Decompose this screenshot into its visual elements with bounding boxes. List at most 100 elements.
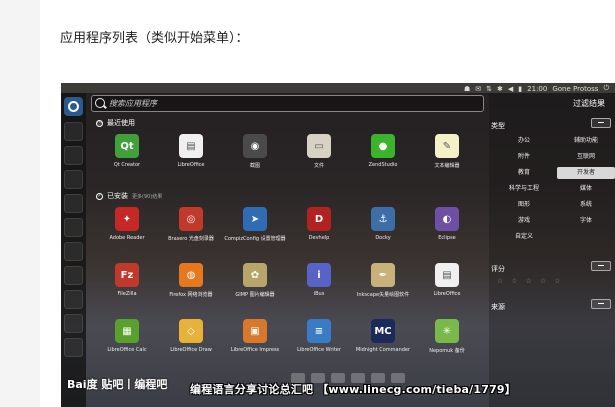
eclipse-icon: ◐ (435, 207, 459, 231)
category-button[interactable]: 科学与工程 (495, 183, 553, 195)
cursor-icon: ➤ (243, 207, 267, 231)
recent-section-header[interactable]: ◷ 最近使用 (96, 118, 135, 128)
category-button[interactable]: 游戏 (495, 215, 553, 227)
mail-icon[interactable]: ✉ (475, 85, 481, 93)
qt-icon: Qt (115, 134, 139, 158)
filezilla-icon: Fz (115, 263, 139, 287)
category-button[interactable]: 自定义 (495, 231, 553, 243)
filter-title[interactable]: 过滤结果 (573, 98, 605, 109)
user-name[interactable]: Gone Protoss (552, 85, 598, 93)
launcher-item[interactable] (64, 194, 83, 213)
category-button[interactable]: 办公 (495, 135, 553, 147)
app-tile[interactable]: ◐ Eclipse (414, 207, 480, 247)
app-tile[interactable]: Fz FileZilla (94, 263, 160, 303)
app-tile[interactable]: ➤ CompizConfig 设置管理器 (222, 207, 288, 247)
rating-toggle-button[interactable] (591, 261, 611, 271)
app-tile[interactable]: i iBus (286, 263, 352, 303)
app-tile[interactable]: D Devhelp (286, 207, 352, 247)
app-tile[interactable]: ✎ 文本编辑器 (414, 134, 480, 174)
category-button[interactable]: 图形 (495, 199, 553, 211)
app-label: Qt Creator (113, 162, 141, 168)
app-tile[interactable]: Qt Qt Creator (94, 134, 160, 174)
power-icon[interactable]: ⏻ (603, 84, 609, 93)
document-icon: ▤ (435, 263, 459, 287)
launcher-item[interactable] (64, 242, 83, 261)
category-button[interactable]: 辅助功能 (557, 135, 615, 147)
category-button[interactable]: 附件 (495, 151, 553, 163)
check-icon: ✓ (96, 192, 103, 200)
app-tile[interactable]: ◍ Firefox 网络浏览器 (158, 263, 224, 303)
app-label: LibreOffice Calc (107, 347, 147, 353)
app-label: Brasero 光盘刻录器 (168, 236, 214, 242)
anchor-icon: ⚓ (371, 207, 395, 231)
category-button[interactable]: 教育 (495, 167, 553, 179)
app-label: LibreOffice Writer (297, 347, 341, 353)
category-button[interactable]: 开发者 (557, 167, 615, 179)
launcher-item[interactable] (64, 314, 83, 333)
source-label: 来源 (491, 303, 505, 311)
app-tile[interactable]: ◉ 截图 (222, 134, 288, 174)
camera-icon: ◉ (243, 134, 267, 158)
network-icon[interactable]: ⇅ (486, 85, 492, 93)
launcher-item[interactable] (64, 338, 83, 357)
type-label: 类型 (491, 122, 505, 130)
launcher-item[interactable] (64, 146, 83, 165)
text-editor-icon: ✎ (435, 134, 459, 158)
battery-icon[interactable]: ▮ (518, 85, 522, 93)
app-tile[interactable]: ◎ Brasero 光盘刻录器 (158, 207, 224, 247)
page-heading: 应用程序列表（类似开始菜单）： (60, 31, 249, 46)
rating-stars[interactable]: ☆☆☆☆☆ (497, 277, 568, 285)
category-button[interactable]: 媒体 (557, 183, 615, 195)
launcher-item[interactable] (64, 290, 83, 309)
app-tile[interactable]: ◇ LibreOffice Draw (158, 319, 224, 359)
app-label: GIMP 图片编辑器 (235, 292, 275, 298)
app-label: 文本编辑器 (434, 163, 460, 169)
app-tile[interactable]: MC Midnight Commander (350, 319, 416, 359)
app-tile[interactable]: ⚓ Docky (350, 207, 416, 247)
volume-icon[interactable]: ◀ (508, 85, 513, 93)
app-tile[interactable]: ✿ GIMP 图片编辑器 (222, 263, 288, 303)
launcher-item[interactable] (64, 218, 83, 237)
app-label: Midnight Commander (355, 347, 411, 353)
installed-section-header[interactable]: ✓ 已安装 更多(90)结果 (96, 191, 162, 201)
app-tile[interactable]: ▤ LibreOffice (158, 134, 224, 174)
app-tile[interactable]: ▭ 文件 (286, 134, 352, 174)
category-button[interactable]: 互联网 (557, 151, 615, 163)
installed-more-link[interactable]: 更多(90)结果 (132, 193, 162, 200)
recent-label: 最近使用 (107, 119, 135, 127)
app-tile[interactable]: ✒ Inkscape矢量绘图软件 (350, 263, 416, 303)
search-icon (95, 98, 105, 108)
ghost-icon[interactable]: ☗ (464, 85, 470, 93)
app-tile[interactable]: ▦ LibreOffice Calc (94, 319, 160, 359)
app-tile[interactable]: ✳ Nepomuk 备份 (414, 319, 480, 359)
ubuntu-logo-icon (68, 101, 79, 112)
dash-home-button[interactable] (64, 97, 83, 116)
app-tile[interactable]: ▤ LibreOffice (414, 263, 480, 303)
app-tile[interactable]: ▣ LibreOffice Impress (222, 319, 288, 359)
app-tile[interactable]: ≡ LibreOffice Writer (286, 319, 352, 359)
category-button[interactable]: 系统 (557, 199, 615, 211)
writer-icon: ≡ (307, 319, 331, 343)
launcher-item[interactable] (64, 122, 83, 141)
document-icon: ▤ (179, 134, 203, 158)
app-label: Devhelp (308, 235, 330, 241)
bluetooth-icon[interactable]: ✱ (497, 85, 503, 93)
app-tile[interactable]: ● ZendStudio (350, 134, 416, 174)
clock[interactable]: 21:00 (527, 85, 547, 93)
launcher-item[interactable] (64, 170, 83, 189)
search-box[interactable]: 搜索应用程序 (91, 95, 484, 112)
type-toggle-button[interactable] (591, 118, 611, 128)
category-button[interactable]: 字体 (557, 215, 615, 227)
app-tile[interactable]: ✦ Adobe Reader (94, 207, 160, 247)
launcher-item[interactable] (64, 266, 83, 285)
app-label: LibreOffice Impress (230, 347, 280, 353)
nepomuk-icon: ✳ (435, 319, 459, 343)
source-toggle-button[interactable] (591, 299, 611, 309)
app-label: ZendStudio (368, 162, 398, 168)
pdf-icon: ✦ (115, 207, 139, 231)
impress-icon: ▣ (243, 319, 267, 343)
folder-icon: ▭ (307, 134, 331, 158)
mc-icon: MC (371, 319, 395, 343)
app-label: CompizConfig 设置管理器 (224, 236, 286, 242)
app-label: LibreOffice (177, 162, 205, 168)
